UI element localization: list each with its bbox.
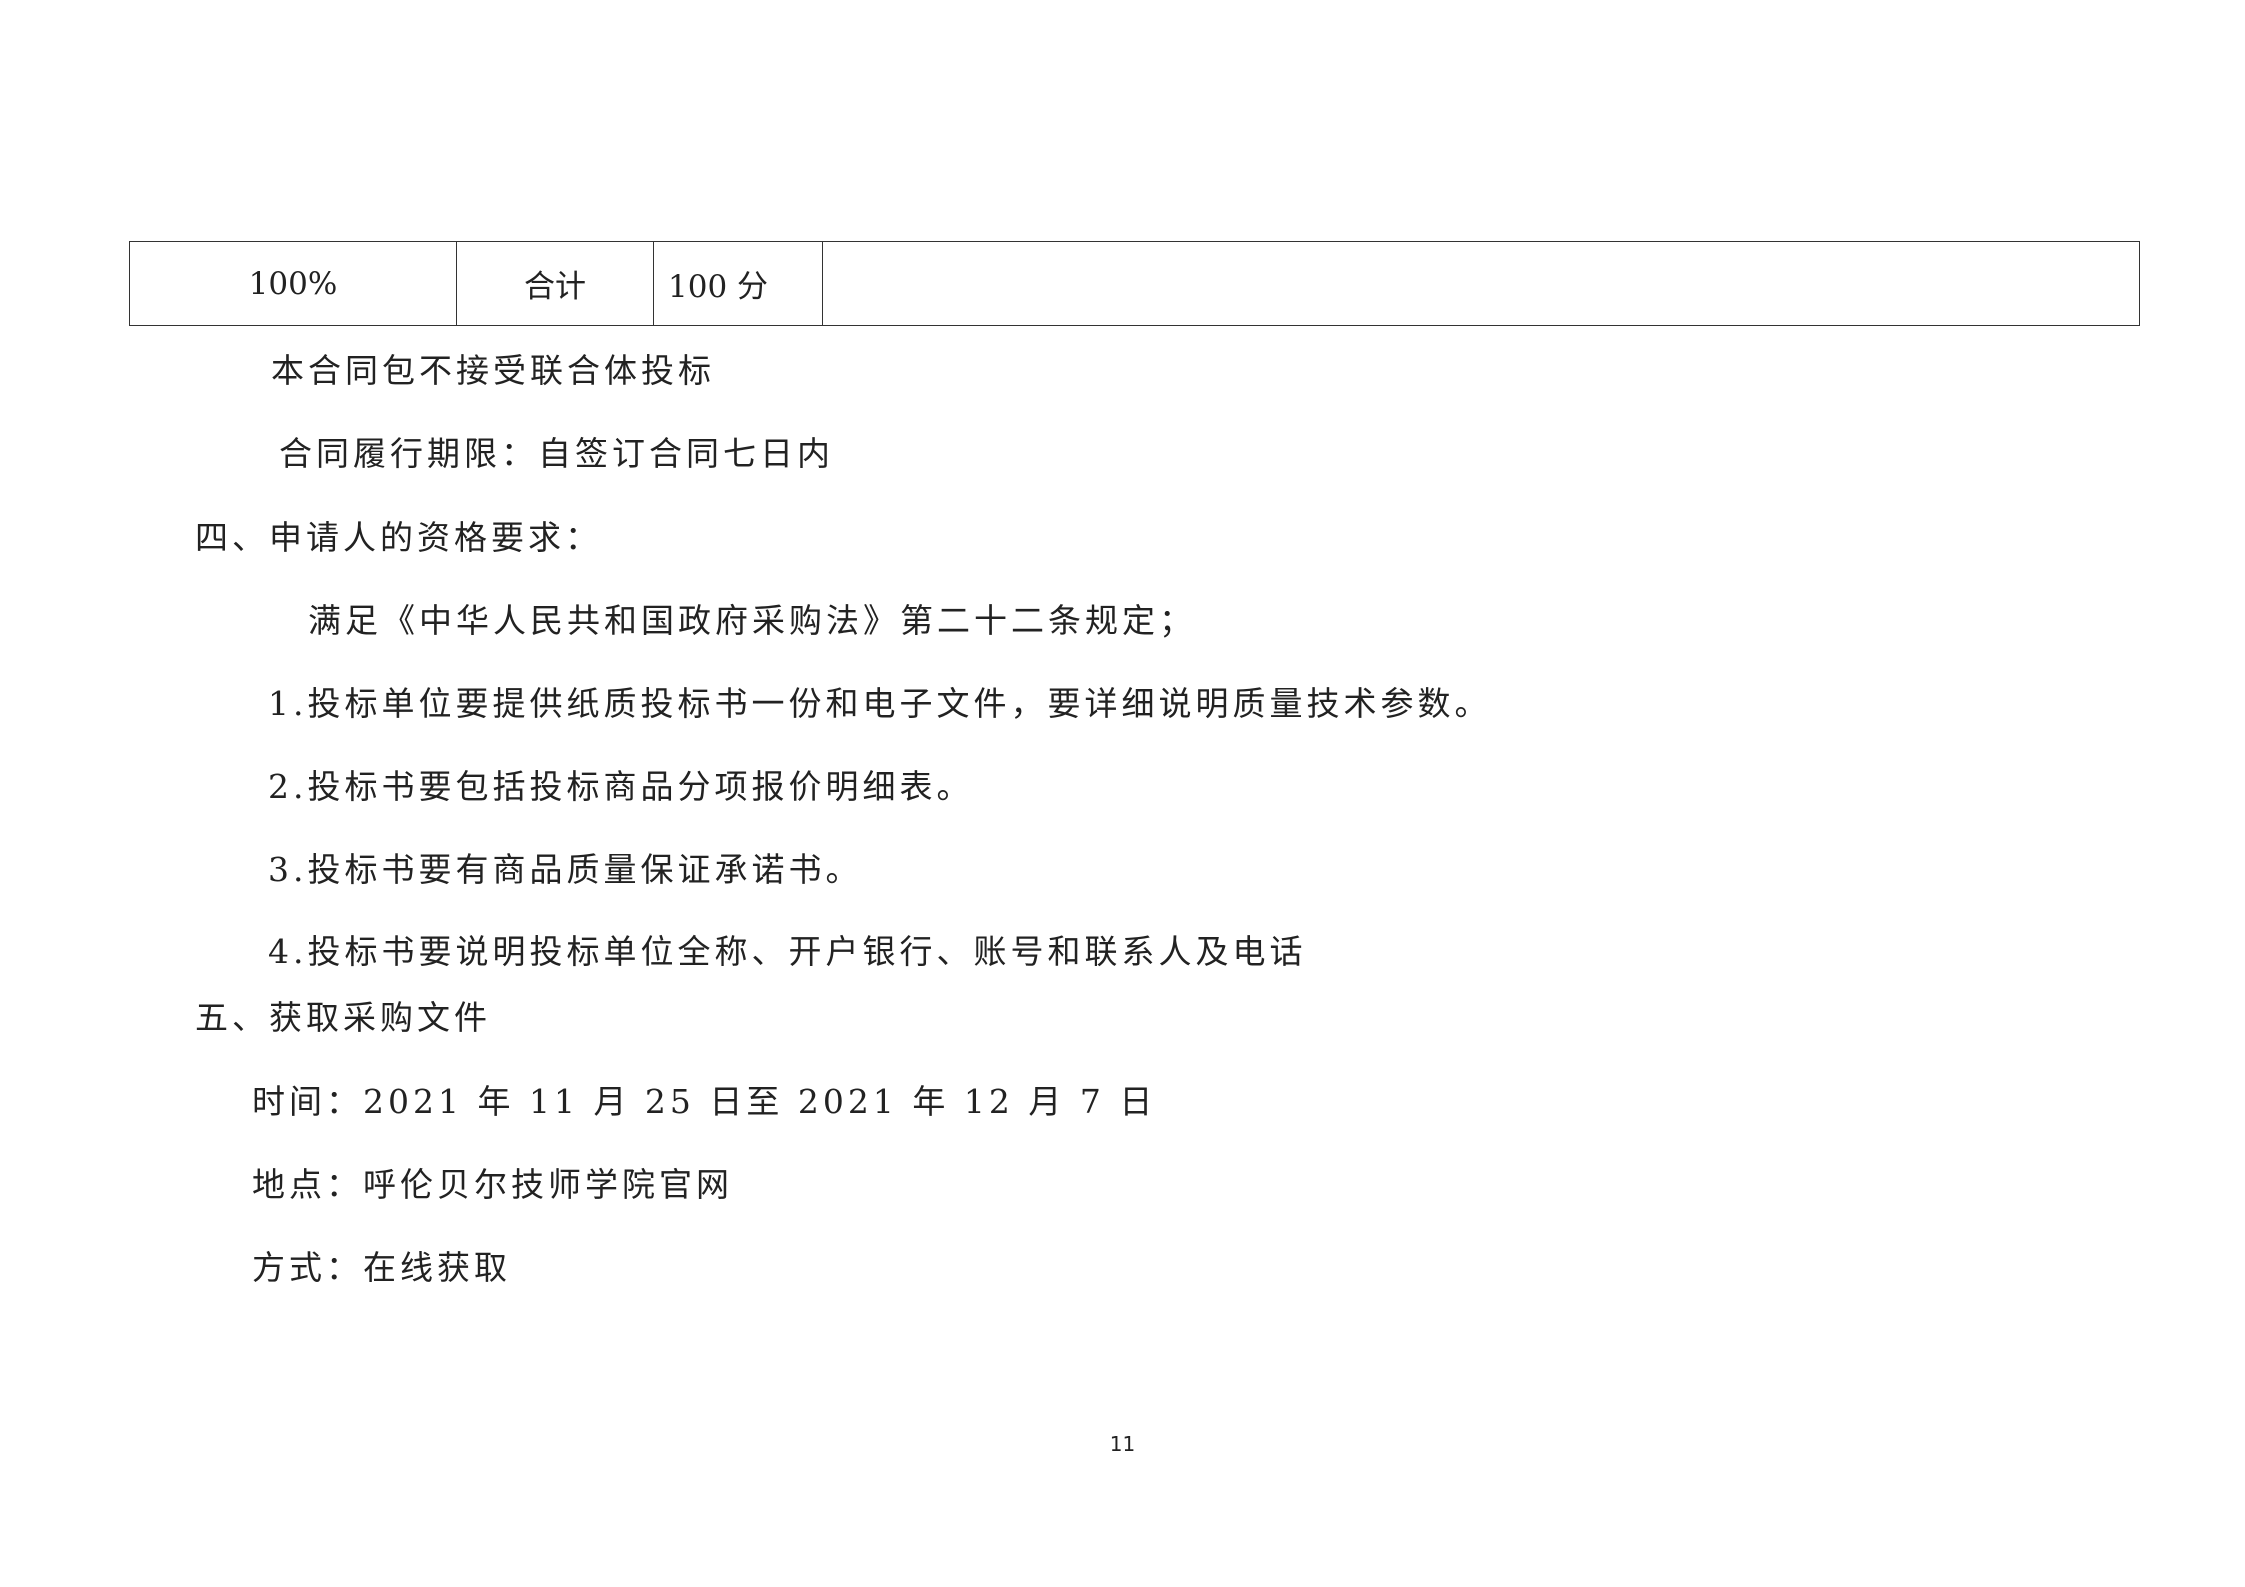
document-page: 100% 合计 100 分 本合同包不接受联合体投标 合同履行期限：自签订合同七… <box>0 0 2245 1587</box>
scoring-total-table: 100% 合计 100 分 <box>129 241 2140 326</box>
table-row: 100% 合计 100 分 <box>129 241 2140 326</box>
no-consortium-text: 本合同包不接受联合体投标 <box>271 351 715 390</box>
page-number: 11 <box>1109 1432 1136 1456</box>
acquisition-place-text: 地点：呼伦贝尔技师学院官网 <box>252 1165 733 1204</box>
section-4-heading: 四、申请人的资格要求： <box>195 518 602 557</box>
total-score-cell: 100 分 <box>653 241 823 326</box>
performance-period-text: 合同履行期限：自签订合同七日内 <box>279 434 834 473</box>
law-requirement-text: 满足《中华人民共和国政府采购法》第二十二条规定； <box>308 601 1196 640</box>
acquisition-time-text: 时间：2021 年 11 月 25 日至 2021 年 12 月 7 日 <box>252 1082 1157 1121</box>
acquisition-method-text: 方式：在线获取 <box>252 1248 511 1287</box>
section-5-heading: 五、获取采购文件 <box>195 998 491 1037</box>
requirement-item-4: 4.投标书要说明投标单位全称、开户银行、账号和联系人及电话 <box>268 932 1307 971</box>
total-label-cell: 合计 <box>456 241 654 326</box>
requirement-item-2: 2.投标书要包括投标商品分项报价明细表。 <box>268 767 974 806</box>
note-cell <box>822 241 2140 326</box>
requirement-item-3: 3.投标书要有商品质量保证承诺书。 <box>268 850 863 889</box>
weight-cell: 100% <box>129 241 457 326</box>
requirement-item-1: 1.投标单位要提供纸质投标书一份和电子文件，要详细说明质量技术参数。 <box>268 684 1492 723</box>
